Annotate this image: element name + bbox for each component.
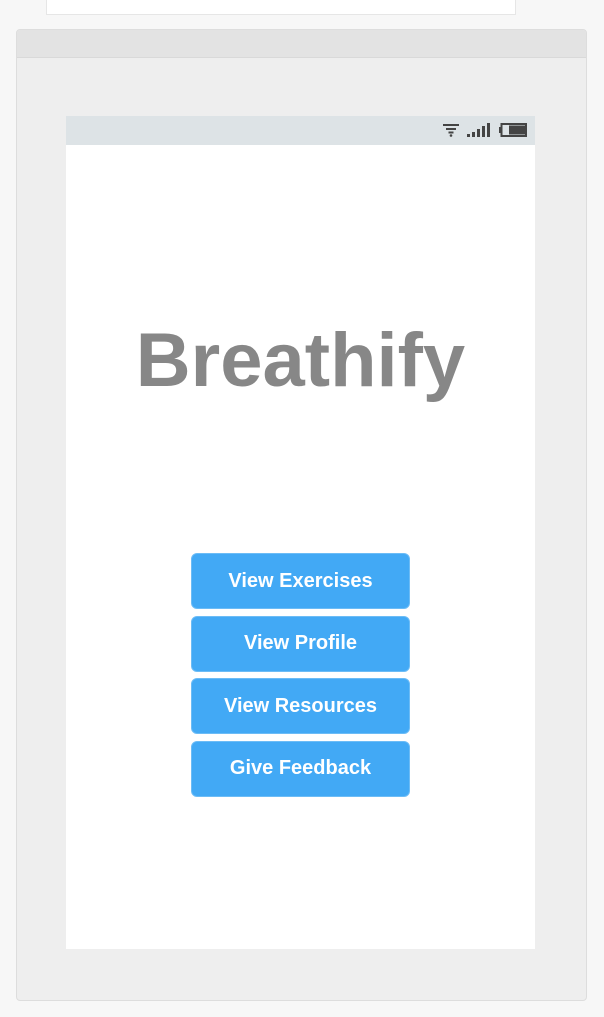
phone-screen: Breathify View Exercises View Profile Vi…: [66, 116, 535, 949]
battery-icon: [499, 123, 527, 137]
top-card: [46, 0, 516, 15]
give-feedback-button[interactable]: Give Feedback: [191, 740, 410, 797]
frame-header: [17, 30, 586, 58]
status-bar: [66, 116, 535, 145]
main-menu: View Exercises View Profile View Resourc…: [191, 553, 410, 803]
status-icons: [443, 122, 527, 138]
view-resources-button[interactable]: View Resources: [191, 678, 410, 734]
view-exercises-button[interactable]: View Exercises: [191, 553, 410, 609]
app-title: Breathify: [135, 318, 466, 403]
wifi-icon: [443, 124, 459, 137]
view-profile-button[interactable]: View Profile: [191, 615, 410, 672]
signal-icon: [467, 123, 490, 137]
device-frame: Breathify View Exercises View Profile Vi…: [16, 29, 587, 1001]
